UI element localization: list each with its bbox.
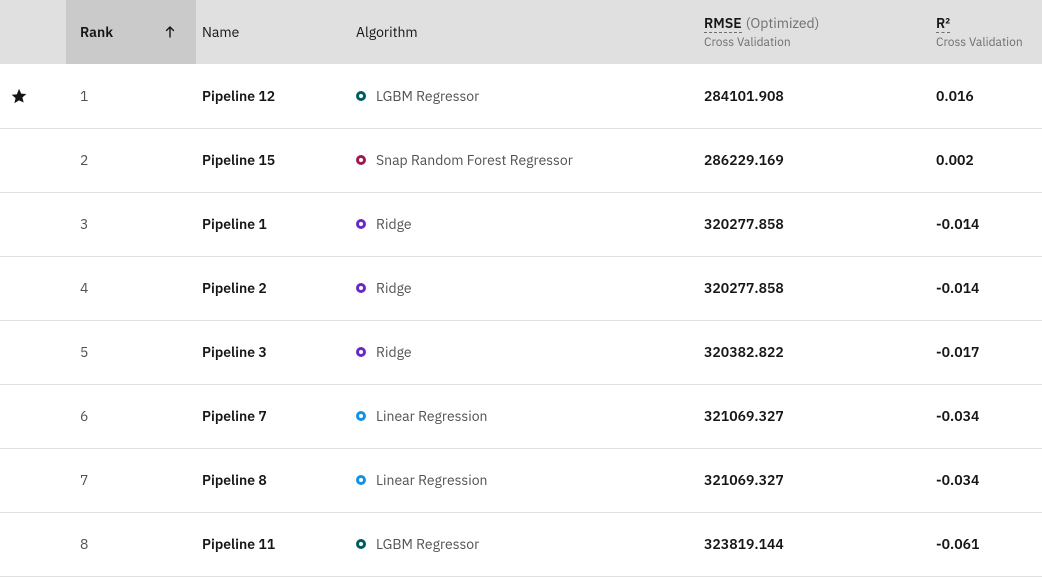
rank-cell: 2: [66, 128, 196, 192]
star-cell[interactable]: [0, 128, 66, 192]
sort-ascending-icon: [162, 24, 178, 40]
algorithm-cell: LGBM Regressor: [350, 64, 698, 128]
algorithm-dot-icon: [356, 283, 366, 293]
rmse-cell: 320277.858: [698, 192, 930, 256]
rank-cell: 7: [66, 448, 196, 512]
algorithm-cell: Ridge: [350, 320, 698, 384]
r2-cell: -0.061: [930, 512, 1042, 576]
algorithm-cell: Ridge: [350, 192, 698, 256]
r2-cell: 0.016: [930, 64, 1042, 128]
pipeline-name-cell: Pipeline 7: [196, 384, 350, 448]
algorithm-dot-icon: [356, 539, 366, 549]
column-header-r2[interactable]: R² Cross Validation: [930, 0, 1042, 64]
pipeline-name-cell: Pipeline 12: [196, 64, 350, 128]
star-cell[interactable]: [0, 256, 66, 320]
column-header-label: Algorithm: [356, 23, 418, 41]
table-row[interactable]: 6Pipeline 7 Linear Regression 321069.327-0…: [0, 384, 1042, 448]
column-header-starred[interactable]: [0, 0, 66, 64]
algorithm-label: Snap Random Forest Regressor: [376, 151, 573, 169]
algorithm-cell: LGBM Regressor: [350, 512, 698, 576]
algorithm-cell: Linear Regression: [350, 384, 698, 448]
pipeline-name-cell: Pipeline 2: [196, 256, 350, 320]
star-cell[interactable]: [0, 448, 66, 512]
star-cell[interactable]: [0, 512, 66, 576]
r2-cell: -0.034: [930, 384, 1042, 448]
rank-cell: 1: [66, 64, 196, 128]
star-filled-icon: [10, 87, 66, 105]
table-row[interactable]: 5Pipeline 3 Ridge 320382.822-0.017: [0, 320, 1042, 384]
pipeline-name-cell: Pipeline 1: [196, 192, 350, 256]
column-header-rmse[interactable]: RMSE (Optimized) Cross Validation: [698, 0, 930, 64]
column-header-label: Rank: [80, 23, 113, 41]
rmse-cell: 286229.169: [698, 128, 930, 192]
rmse-cell: 320277.858: [698, 256, 930, 320]
column-header-rank[interactable]: Rank: [66, 0, 196, 64]
metric-abbr: RMSE: [704, 14, 742, 33]
star-cell[interactable]: [0, 192, 66, 256]
rmse-cell: 320382.822: [698, 320, 930, 384]
algorithm-label: Linear Regression: [376, 471, 488, 489]
table-row[interactable]: 8Pipeline 11 LGBM Regressor 323819.144-0.0…: [0, 512, 1042, 576]
column-header-name[interactable]: Name: [196, 0, 350, 64]
algorithm-dot-icon: [356, 475, 366, 485]
algorithm-label: Ridge: [376, 279, 412, 297]
algorithm-label: Ridge: [376, 215, 412, 233]
algorithm-dot-icon: [356, 219, 366, 229]
table-row[interactable]: 2Pipeline 15 Snap Random Forest Regressor…: [0, 128, 1042, 192]
metric-optimized-tag: (Optimized): [746, 14, 820, 32]
table-row[interactable]: 1Pipeline 12 LGBM Regressor 284101.9080.01…: [0, 64, 1042, 128]
metric-subtext: Cross Validation: [704, 35, 930, 50]
r2-cell: -0.014: [930, 256, 1042, 320]
rank-cell: 3: [66, 192, 196, 256]
rmse-cell: 284101.908: [698, 64, 930, 128]
rank-cell: 4: [66, 256, 196, 320]
table-header-row: Rank Name Algorithm RMSE (: [0, 0, 1042, 64]
pipeline-name-cell: Pipeline 8: [196, 448, 350, 512]
algorithm-label: Ridge: [376, 343, 412, 361]
rank-cell: 6: [66, 384, 196, 448]
algorithm-cell: Ridge: [350, 256, 698, 320]
pipeline-name-cell: Pipeline 15: [196, 128, 350, 192]
r2-cell: 0.002: [930, 128, 1042, 192]
table-row[interactable]: 4Pipeline 2 Ridge 320277.858-0.014: [0, 256, 1042, 320]
metric-subtext: Cross Validation: [936, 35, 1026, 50]
algorithm-label: Linear Regression: [376, 407, 488, 425]
algorithm-dot-icon: [356, 411, 366, 421]
algorithm-cell: Snap Random Forest Regressor: [350, 128, 698, 192]
rmse-cell: 321069.327: [698, 384, 930, 448]
algorithm-dot-icon: [356, 155, 366, 165]
rmse-cell: 323819.144: [698, 512, 930, 576]
pipeline-name-cell: Pipeline 3: [196, 320, 350, 384]
algorithm-cell: Linear Regression: [350, 448, 698, 512]
star-cell[interactable]: [0, 384, 66, 448]
algorithm-dot-icon: [356, 347, 366, 357]
algorithm-label: LGBM Regressor: [376, 87, 479, 105]
table-row[interactable]: 3Pipeline 1 Ridge 320277.858-0.014: [0, 192, 1042, 256]
r2-cell: -0.017: [930, 320, 1042, 384]
rank-cell: 5: [66, 320, 196, 384]
r2-cell: -0.034: [930, 448, 1042, 512]
rank-cell: 8: [66, 512, 196, 576]
column-header-algorithm[interactable]: Algorithm: [350, 0, 698, 64]
star-cell[interactable]: [0, 320, 66, 384]
algorithm-dot-icon: [356, 91, 366, 101]
star-cell[interactable]: [0, 64, 66, 128]
column-header-label: Name: [202, 23, 239, 41]
algorithm-label: LGBM Regressor: [376, 535, 479, 553]
pipeline-name-cell: Pipeline 11: [196, 512, 350, 576]
pipeline-leaderboard-table: Rank Name Algorithm RMSE (: [0, 0, 1042, 577]
metric-abbr: R²: [936, 14, 950, 33]
r2-cell: -0.014: [930, 192, 1042, 256]
table-row[interactable]: 7Pipeline 8 Linear Regression 321069.327-0…: [0, 448, 1042, 512]
rmse-cell: 321069.327: [698, 448, 930, 512]
